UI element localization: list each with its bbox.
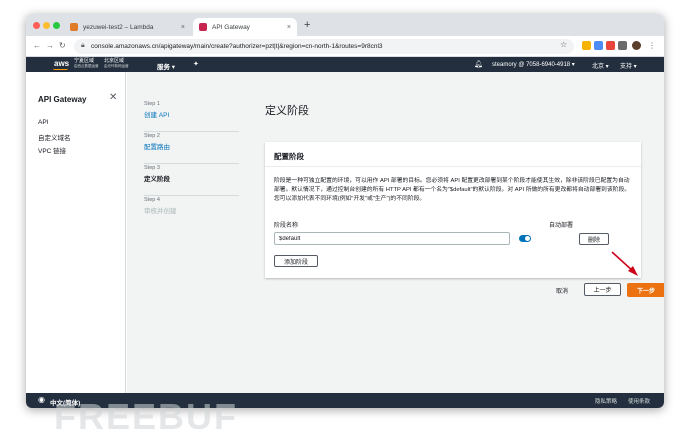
account-menu[interactable]: steamory @ 7058-6940-4918 ▾: [492, 61, 575, 68]
auto-deploy-toggle[interactable]: [519, 235, 531, 242]
region-operator: 由光环新网运营: [104, 64, 129, 68]
extension-icon[interactable]: [594, 41, 603, 50]
sidebar-item-api[interactable]: API: [38, 119, 48, 126]
pin-icon[interactable]: ✦: [193, 60, 199, 68]
close-icon[interactable]: ×: [181, 24, 185, 31]
bookmark-star-icon[interactable]: ☆: [560, 40, 567, 49]
step-number: Step 1: [144, 101, 160, 107]
extension-icon[interactable]: [618, 41, 627, 50]
step-current-define-stages: 定义阶段: [144, 176, 170, 183]
wizard-step-1: Step 1 创建 API: [144, 100, 239, 132]
panel-header: 配置阶段: [265, 142, 641, 167]
step-link-configure-routes[interactable]: 配置路由: [144, 141, 239, 151]
extension-icon[interactable]: [582, 41, 591, 50]
step-review-create: 审核并创建: [144, 208, 177, 215]
configure-stages-panel: 配置阶段 阶段是一种可独立配置的环境，可以用作 API 部署的目标。您必须将 A…: [265, 142, 641, 278]
sidebar: API Gateway ✕ API 自定义域名 VPC 链接: [26, 72, 126, 393]
page-title: 定义阶段: [265, 105, 309, 117]
url-text: console.amazonaws.cn/apigateway/main/cre…: [91, 43, 383, 50]
maximize-window-button[interactable]: [53, 22, 60, 29]
region-beijing[interactable]: 北京区域 由光环新网运营: [104, 59, 129, 69]
delete-stage-button[interactable]: 删除: [579, 233, 609, 245]
new-tab-button[interactable]: +: [304, 19, 310, 31]
aws-logo[interactable]: aws: [54, 59, 69, 68]
next-button[interactable]: 下一步: [627, 283, 664, 297]
tab-api-gateway[interactable]: API Gateway ×: [193, 18, 297, 36]
wizard-steps: Step 1 创建 API Step 2 配置路由 Step 3 定义阶段 St…: [144, 100, 239, 228]
terms-link[interactable]: 使用条款: [628, 397, 650, 405]
wizard-step-4: Step 4 审核并创建: [144, 196, 239, 228]
globe-icon: ◉: [38, 395, 45, 404]
add-stage-button[interactable]: 添加阶段: [274, 255, 318, 267]
back-arrow-icon[interactable]: ←: [33, 41, 41, 50]
minimize-window-button[interactable]: [43, 22, 50, 29]
tab-strip: yezuwei-test2 – Lambda × API Gateway × +: [26, 14, 664, 36]
lock-icon: 🔒︎: [81, 42, 85, 49]
forward-arrow-icon[interactable]: →: [46, 41, 54, 50]
browser-window: yezuwei-test2 – Lambda × API Gateway × +…: [26, 14, 664, 408]
browser-toolbar: ← → ↻ 🔒︎ console.amazonaws.cn/apigateway…: [26, 36, 664, 57]
region-menu[interactable]: 北京 ▾: [592, 61, 609, 70]
reload-icon[interactable]: ↻: [59, 41, 66, 50]
tab-lambda[interactable]: yezuwei-test2 – Lambda ×: [64, 18, 191, 36]
profile-avatar[interactable]: [632, 41, 641, 50]
stage-name-label: 阶段名称: [274, 223, 299, 229]
previous-button[interactable]: 上一步: [584, 283, 621, 296]
close-icon[interactable]: ✕: [109, 92, 117, 103]
tab-title: API Gateway: [212, 23, 250, 31]
tab-title: yezuwei-test2 – Lambda: [83, 23, 154, 31]
privacy-link[interactable]: 隐私策略: [595, 397, 617, 405]
sidebar-item-custom-domain[interactable]: 自定义域名: [38, 132, 71, 142]
more-menu-icon[interactable]: ⋮: [648, 41, 656, 50]
lambda-favicon-icon: [70, 23, 78, 31]
address-bar[interactable]: 🔒︎ console.amazonaws.cn/apigateway/main/…: [74, 39, 574, 54]
step-number: Step 3: [144, 165, 160, 171]
close-window-button[interactable]: [33, 22, 40, 29]
step-number: Step 4: [144, 197, 160, 203]
api-gateway-favicon-icon: [199, 23, 207, 31]
aws-nav-bar: aws 宁夏区域 由西云数据运营 北京区域 由光环新网运营 服务 ▾ ✦ 🔔︎ …: [26, 57, 664, 72]
wizard-step-2: Step 2 配置路由: [144, 132, 239, 164]
services-menu[interactable]: 服务 ▾: [157, 61, 175, 71]
panel-description: 阶段是一种可独立配置的环境，可以用作 API 部署的目标。您必须将 API 配置…: [274, 178, 631, 202]
sidebar-item-vpc-link[interactable]: VPC 链接: [38, 145, 66, 155]
panel-title: 配置阶段: [274, 152, 304, 161]
wizard-step-3: Step 3 定义阶段: [144, 164, 239, 196]
extension-icon[interactable]: [606, 41, 615, 50]
step-number: Step 2: [144, 133, 160, 139]
support-menu[interactable]: 支持 ▾: [620, 61, 637, 70]
step-link-create-api[interactable]: 创建 API: [144, 109, 239, 119]
stage-name-input[interactable]: [274, 232, 510, 245]
watermark-text: FREEBUF: [54, 396, 238, 437]
sidebar-title: API Gateway: [38, 95, 87, 104]
bell-icon[interactable]: 🔔︎: [474, 60, 483, 68]
region-operator: 由西云数据运营: [74, 64, 99, 68]
aws-smile-icon: [53, 68, 68, 70]
cancel-button[interactable]: 取消: [556, 286, 568, 295]
auto-deploy-label: 自动部署: [549, 223, 574, 229]
main-content: Step 1 创建 API Step 2 配置路由 Step 3 定义阶段 St…: [127, 72, 664, 393]
close-icon[interactable]: ×: [287, 24, 291, 31]
region-ningxia[interactable]: 宁夏区域 由西云数据运营: [74, 59, 99, 69]
